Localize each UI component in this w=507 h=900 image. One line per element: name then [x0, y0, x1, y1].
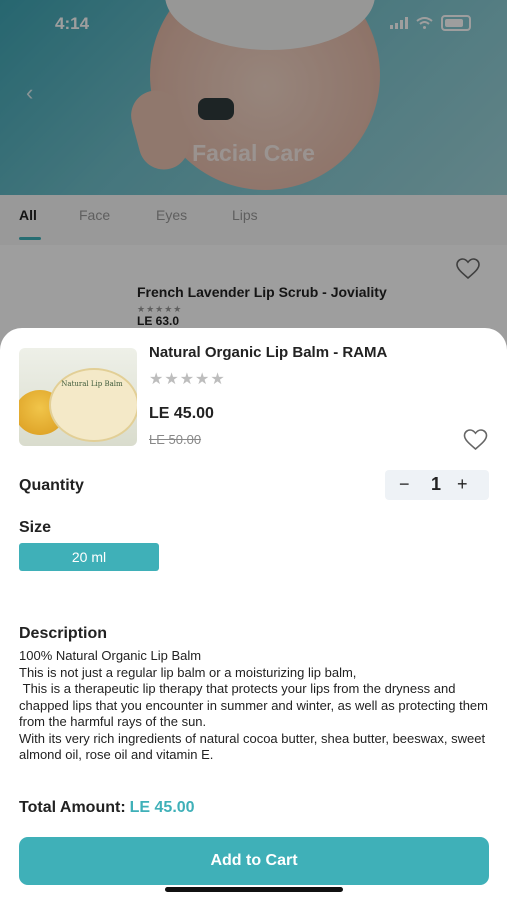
size-label: Size [19, 519, 52, 536]
product-rating: ★★★★★ [149, 371, 226, 388]
size-option-20ml[interactable]: 20 ml [19, 543, 159, 571]
decrease-quantity-button[interactable]: − [399, 474, 410, 495]
increase-quantity-button[interactable]: + [457, 474, 468, 495]
product-image-label: Natural Lip Balm [61, 380, 123, 388]
quantity-stepper: − 1 + [385, 470, 489, 500]
product-bottom-sheet: Natural Lip Balm Natural Organic Lip Bal… [0, 328, 507, 900]
description-text: 100% Natural Organic Lip Balm This is no… [19, 648, 488, 762]
quantity-value: 1 [431, 474, 442, 494]
product-name: Natural Organic Lip Balm - RAMA [149, 344, 388, 361]
product-old-price: LE 50.00 [149, 432, 202, 447]
total-amount-label: Total Amount: [19, 799, 126, 816]
product-image: Natural Lip Balm [19, 348, 137, 446]
quantity-label: Quantity [19, 477, 84, 494]
favorite-heart-icon[interactable] [463, 429, 488, 456]
home-indicator[interactable] [165, 887, 343, 892]
total-amount-value: LE 45.00 [129, 799, 195, 816]
description-label: Description [19, 625, 108, 642]
product-price: LE 45.00 [149, 405, 214, 422]
add-to-cart-button[interactable]: Add to Cart [19, 837, 489, 885]
total-amount: Total Amount: LE 45.00 [19, 799, 195, 817]
